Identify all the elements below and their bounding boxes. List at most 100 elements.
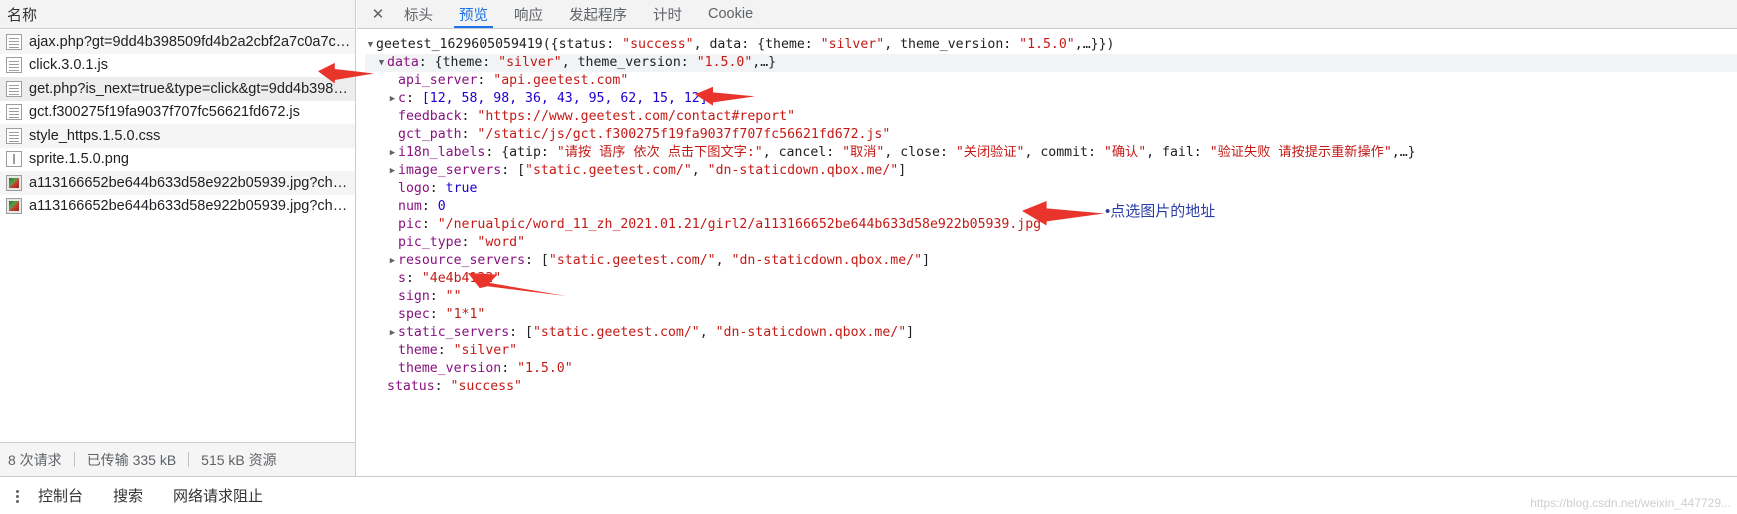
json-tree-row[interactable]: pic_type: "word" — [365, 234, 1737, 252]
request-list-item[interactable]: gct.f300275f19fa9037f707fc56621fd672.js — [0, 101, 355, 125]
request-list-item[interactable]: ajax.php?gt=9dd4b398509fd4b2a2cbf2a7c0a7… — [0, 30, 355, 54]
json-token: true — [445, 181, 478, 196]
close-icon[interactable]: ✕ — [365, 0, 391, 28]
json-token: geetest_1629605059419({status: — [376, 37, 623, 52]
json-token: "silver" — [498, 55, 562, 70]
json-tree-row[interactable]: ▶ c: [12, 58, 98, 36, 43, 95, 62, 15, 12] — [365, 90, 1737, 108]
request-name-label: click.3.0.1.js — [29, 57, 108, 74]
drawer-tab-0[interactable]: 控制台 — [38, 485, 83, 506]
json-tree-row[interactable]: theme: "silver" — [365, 342, 1737, 360]
chevron-down-icon[interactable]: ▼ — [376, 54, 387, 72]
chevron-right-icon[interactable]: ▶ — [387, 324, 398, 342]
json-token: : — [434, 379, 451, 394]
json-tree-row[interactable]: ▼ data: {theme: "silver", theme_version: … — [365, 54, 1737, 72]
request-name-label: a113166652be644b633d58e922b05939.jpg?cha… — [29, 174, 355, 191]
json-token: "/nerualpic/word_11_zh_2021.01.21/girl2/… — [437, 217, 1050, 232]
request-list-item[interactable]: style_https.1.5.0.css — [0, 124, 355, 148]
json-token: , commit: — [1024, 145, 1104, 160]
json-tree-row[interactable]: s: "4e4b4132" — [365, 270, 1737, 288]
json-token: "success" — [450, 379, 522, 394]
json-token: data — [387, 55, 419, 70]
json-tree-row[interactable]: sign: "" — [365, 288, 1737, 306]
document-icon — [6, 80, 22, 97]
json-token: "1.5.0" — [696, 55, 753, 70]
detail-tab-2[interactable]: 响应 — [501, 0, 556, 28]
request-list-item[interactable]: a113166652be644b633d58e922b05939.jpg?cha… — [0, 195, 355, 219]
json-token: : — [461, 235, 478, 250]
json-tree-row[interactable]: logo: true — [365, 180, 1737, 198]
json-tree-row[interactable]: theme_version: "1.5.0" — [365, 360, 1737, 378]
detail-tabbar: ✕ 标头 预览 响应 发起程序 计时 Cookie — [357, 0, 1737, 29]
detail-tab-3[interactable]: 发起程序 — [556, 0, 640, 28]
json-token: : — [421, 217, 438, 232]
json-token: : — [461, 109, 478, 124]
chevron-right-icon[interactable]: ▶ — [387, 252, 398, 270]
json-token: resource_servers — [398, 253, 526, 268]
request-list-item[interactable]: get.php?is_next=true&type=click&gt=9dd4b… — [0, 77, 355, 101]
request-list-item[interactable]: a113166652be644b633d58e922b05939.jpg?cha… — [0, 171, 355, 195]
drawer-tab-1[interactable]: 搜索 — [113, 485, 143, 506]
json-token: spec — [398, 307, 430, 322]
network-summary-bar: 8 次请求 已传输 335 kB 515 kB 资源 — [0, 442, 355, 476]
json-tree-row[interactable]: gct_path: "/static/js/gct.f300275f19fa90… — [365, 126, 1737, 144]
drawer-tab-2[interactable]: 网络请求阻止 — [173, 485, 263, 506]
json-token: "请按 语序 依次 点击下图文字:" — [556, 145, 763, 160]
json-tree-row[interactable]: ▶ static_servers: ["static.geetest.com/",… — [365, 324, 1737, 342]
document-icon — [6, 57, 22, 74]
requests-column-header: 名称 — [0, 0, 355, 29]
json-token: image_servers — [398, 163, 502, 178]
chevron-right-icon[interactable]: ▶ — [387, 90, 398, 108]
json-token: "取消" — [842, 145, 885, 160]
json-token: ] — [898, 163, 907, 178]
json-tree-row[interactable]: ▶ resource_servers: ["static.geetest.com/… — [365, 252, 1737, 270]
json-token: : — [429, 307, 446, 322]
json-tree-row[interactable]: ▶ i18n_labels: {atip: "请按 语序 依次 点击下图文字:",… — [365, 144, 1737, 162]
json-token: ,…} — [752, 55, 777, 70]
json-token: 0 — [437, 199, 446, 214]
json-token: : — [501, 361, 518, 376]
json-token: : — [429, 289, 446, 304]
watermark-text: https://blog.csdn.net/weixin_447729... — [1530, 496, 1731, 510]
detail-tab-0[interactable]: 标头 — [391, 0, 446, 28]
request-list-item[interactable]: click.3.0.1.js — [0, 54, 355, 78]
json-token: theme — [398, 343, 438, 358]
json-token: "" — [445, 289, 462, 304]
summary-resources: 515 kB 资源 — [201, 451, 277, 468]
detail-tab-4[interactable]: 计时 — [640, 0, 695, 28]
image-icon — [6, 174, 22, 191]
json-tree-row[interactable]: spec: "1*1" — [365, 306, 1737, 324]
json-token: "1.5.0" — [1019, 37, 1075, 52]
annotation-note: •点选图片的地址 — [1105, 203, 1216, 220]
json-token: , — [715, 253, 732, 268]
chevron-right-icon[interactable]: ▶ — [387, 144, 398, 162]
json-token: pic — [398, 217, 422, 232]
json-tree-row[interactable]: feedback: "https://www.geetest.com/conta… — [365, 108, 1737, 126]
arrow-to-pic-url — [1022, 200, 1104, 226]
chevron-right-icon[interactable]: ▶ — [387, 162, 398, 180]
json-token: "dn-staticdown.qbox.me/" — [707, 163, 899, 178]
detail-tabs: 标头 预览 响应 发起程序 计时 Cookie — [391, 0, 766, 28]
json-token: theme_version — [398, 361, 502, 376]
request-detail-panel: ✕ 标头 预览 响应 发起程序 计时 Cookie ▼ geetest_1629605059… — [357, 0, 1737, 514]
detail-tab-5[interactable]: Cookie — [695, 0, 766, 28]
json-token: "word" — [477, 235, 526, 250]
json-tree-row[interactable]: api_server: "api.geetest.com" — [365, 72, 1737, 90]
summary-request-count: 8 次请求 — [8, 451, 62, 468]
json-tree-row[interactable]: status: "success" — [365, 378, 1737, 396]
json-token: "silver" — [453, 343, 518, 358]
json-token: , fail: — [1146, 145, 1210, 160]
json-tree-row[interactable]: ▶ image_servers: ["static.geetest.com/", … — [365, 162, 1737, 180]
json-token: "验证失败 请按提示重新操作" — [1209, 145, 1392, 160]
json-token: , — [699, 325, 716, 340]
kebab-menu-icon[interactable] — [8, 487, 26, 505]
json-token: pic_type — [398, 235, 462, 250]
json-token: logo — [398, 181, 430, 196]
json-token: , theme_version: — [561, 55, 697, 70]
json-tree-row[interactable]: ▼ geetest_1629605059419({status: "success… — [365, 36, 1737, 54]
request-list-item[interactable]: sprite.1.5.0.png — [0, 148, 355, 172]
json-token: feedback — [398, 109, 462, 124]
arrow-to-request-row — [318, 62, 374, 84]
chevron-down-icon[interactable]: ▼ — [365, 36, 376, 54]
detail-tab-1[interactable]: 预览 — [446, 0, 501, 28]
request-file-list[interactable]: ajax.php?gt=9dd4b398509fd4b2a2cbf2a7c0a7… — [0, 30, 355, 441]
